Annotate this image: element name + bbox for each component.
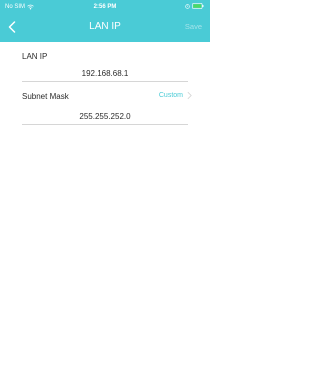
- subnet-mask-divider: [22, 124, 188, 125]
- page-title: LAN IP: [89, 21, 121, 32]
- subnet-mask-mode-select[interactable]: Custom: [159, 91, 192, 100]
- nav-bar: LAN IP Save: [0, 14, 210, 42]
- battery-icon: [192, 3, 204, 9]
- back-button[interactable]: [4, 19, 20, 35]
- lan-ip-input[interactable]: 192.168.68.1: [22, 69, 188, 78]
- lan-ip-divider: [22, 81, 188, 82]
- subnet-mask-input[interactable]: 255.255.252.0: [22, 112, 188, 121]
- status-indicators: [185, 3, 204, 9]
- save-button[interactable]: Save: [185, 22, 202, 31]
- alarm-icon: [185, 3, 190, 9]
- subnet-mask-mode-value: Custom: [158, 92, 183, 99]
- lan-ip-label: LAN IP: [22, 52, 48, 61]
- chevron-right-icon: [187, 91, 192, 100]
- chevron-left-icon: [8, 21, 16, 33]
- status-bar: No SIM 2:56 PM: [0, 0, 210, 14]
- header: No SIM 2:56 PM LAN IP Save: [0, 0, 210, 42]
- subnet-mask-label: Subnet Mask: [22, 92, 69, 101]
- lan-ip-screen: No SIM 2:56 PM LAN IP Save LAN IP 192.16…: [0, 0, 210, 367]
- status-time: 2:56 PM: [93, 4, 117, 10]
